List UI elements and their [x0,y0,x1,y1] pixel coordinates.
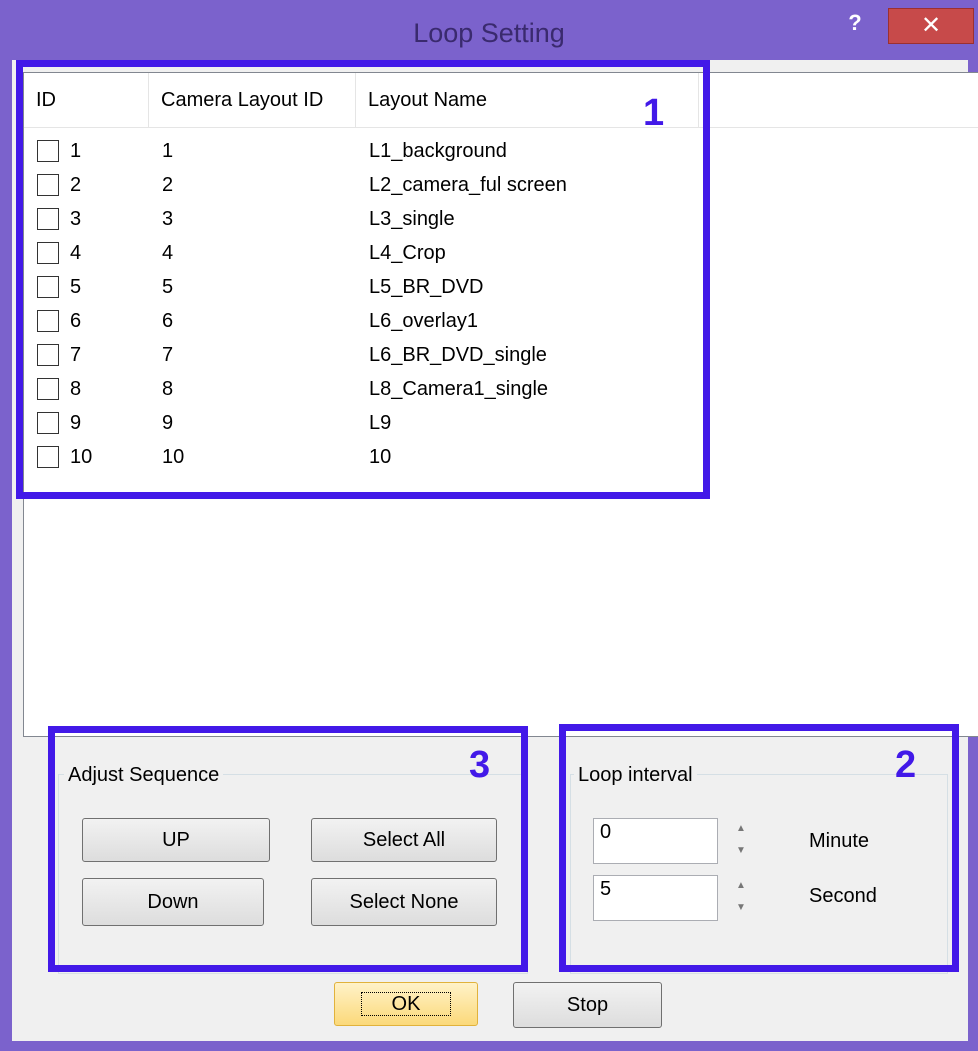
annotation-number-2: 2 [895,744,917,786]
annotation-number-1: 1 [643,92,665,134]
annotation-number-3: 3 [469,744,491,786]
loop-setting-dialog: Loop Setting ? ✕ ID Camera Layout ID Lay… [0,0,978,1051]
ok-button-label: OK [360,992,452,1016]
stop-button[interactable]: Stop [513,982,662,1028]
annotation-box-1 [16,60,710,499]
window-title: Loop Setting [413,18,565,48]
close-button[interactable]: ✕ [888,8,974,44]
annotation-box-3 [48,726,528,972]
help-button[interactable]: ? [836,8,874,38]
title-bar[interactable]: Loop Setting ? ✕ [0,0,978,60]
ok-button[interactable]: OK [334,982,478,1026]
